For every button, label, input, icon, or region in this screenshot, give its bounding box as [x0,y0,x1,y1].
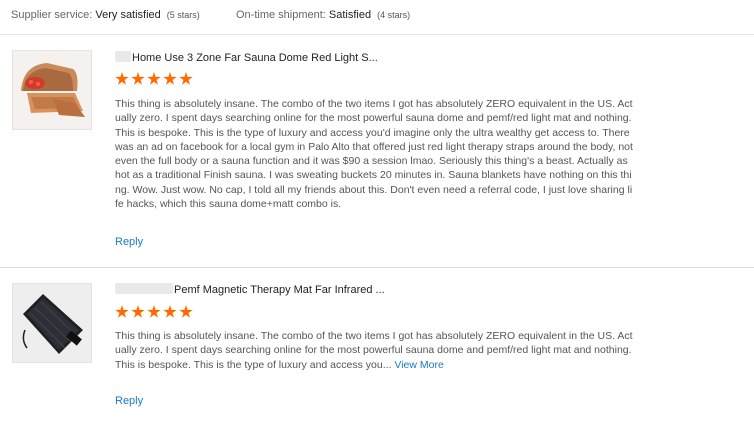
star-icon [115,72,129,85]
star-icon [179,72,193,85]
reply-link[interactable]: Reply [115,395,143,407]
review-text: This thing is absolutely insane. The com… [115,329,635,372]
review-text: This thing is absolutely insane. The com… [115,97,635,211]
blurred-username [115,283,173,294]
therapy-mat-image[interactable] [12,283,92,363]
product-title-text: Pemf Magnetic Therapy Mat Far Infrared .… [174,284,385,296]
on-time-shipment-value: Satisfied [328,9,372,21]
star-icon [115,305,129,318]
rating-stars [115,305,193,319]
rating-stars [115,72,193,86]
review-text-content: This thing is absolutely insane. The com… [115,330,633,371]
blurred-username [115,51,131,62]
sauna-dome-image[interactable] [12,50,92,130]
star-icon [131,305,145,318]
reply-link[interactable]: Reply [115,236,143,248]
supplier-service-label: Supplier service: [11,9,96,21]
review-item: Home Use 3 Zone Far Sauna Dome Red Light… [0,35,754,268]
product-title[interactable]: Pemf Magnetic Therapy Mat Far Infrared .… [115,283,385,296]
view-more-link[interactable]: View More [394,359,443,371]
on-time-shipment-label: On-time shipment: [236,9,329,21]
rating-summary-bar: Supplier service: Very satisfied (5 stars… [0,0,754,35]
review-item: Pemf Magnetic Therapy Mat Far Infrared .… [0,268,754,421]
supplier-service-value: Very satisfied [95,9,161,21]
star-icon [163,305,177,318]
supplier-service-metric: Supplier service: Very satisfied (5 stars… [11,9,200,21]
star-icon [147,305,161,318]
star-icon [163,72,177,85]
star-icon [147,72,161,85]
review-text-content: This thing is absolutely insane. The com… [115,98,633,211]
on-time-shipment-metric: On-time shipment: Satisfied (4 stars) [236,9,410,21]
on-time-shipment-stars: (4 stars) [377,10,411,20]
supplier-service-stars: (5 stars) [166,10,200,20]
star-icon [131,72,145,85]
product-title-text: Home Use 3 Zone Far Sauna Dome Red Light… [132,52,378,64]
product-title[interactable]: Home Use 3 Zone Far Sauna Dome Red Light… [115,51,378,64]
star-icon [179,305,193,318]
